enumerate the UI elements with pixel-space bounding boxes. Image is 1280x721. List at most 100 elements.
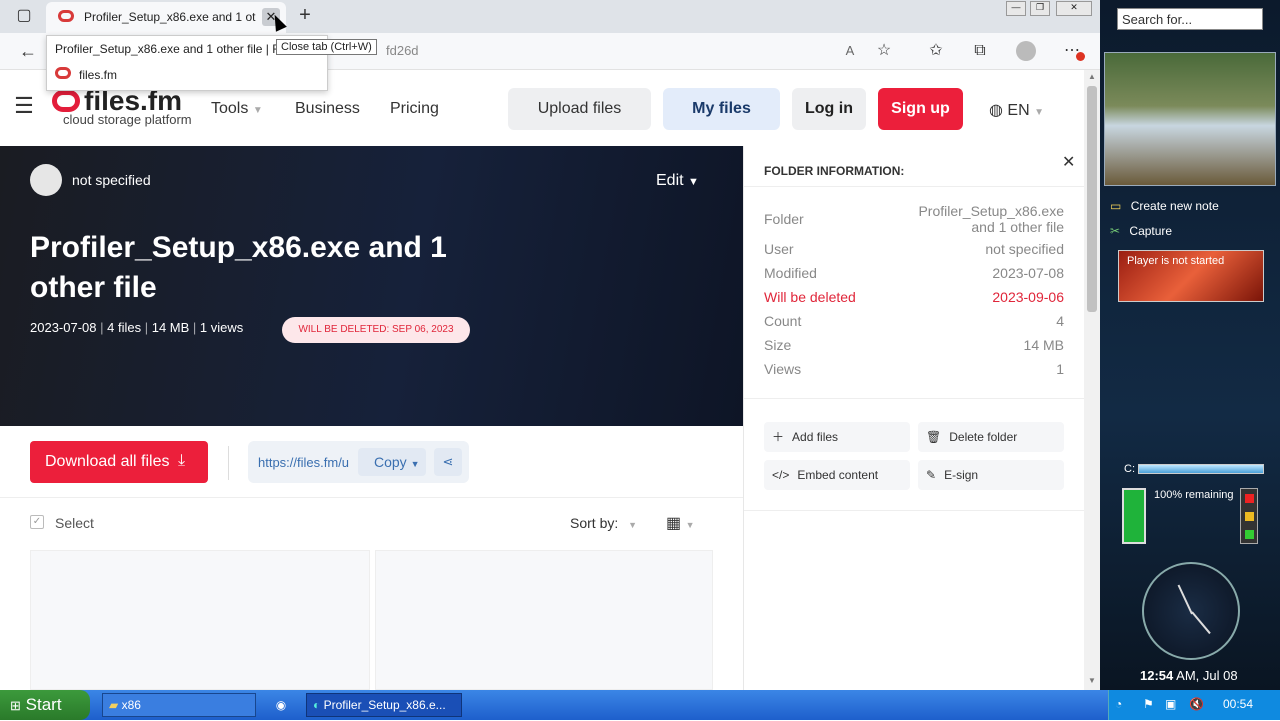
- collections-icon[interactable]: ⧉: [970, 41, 990, 61]
- divider: [228, 446, 229, 480]
- tab-active[interactable]: Profiler_Setup_x86.exe and 1 oth ✕: [46, 2, 286, 33]
- back-arrow-icon[interactable]: ←: [16, 41, 40, 61]
- read-aloud-icon[interactable]: A: [840, 41, 860, 61]
- flag-icon[interactable]: ⚑: [1143, 697, 1154, 711]
- esign-button[interactable]: ✎ E-sign: [918, 460, 1064, 490]
- tab-actions-icon[interactable]: ▢: [14, 6, 34, 26]
- taskbar-item-browser[interactable]: ◐ Profiler_Setup_x86.e...: [306, 693, 462, 717]
- favorites-icon[interactable]: ✩: [926, 41, 946, 61]
- meta-views: 1 views: [199, 320, 244, 335]
- nav-pricing[interactable]: Pricing: [390, 100, 439, 118]
- profile-icon[interactable]: [1016, 41, 1036, 61]
- restore-icon[interactable]: ❐: [1030, 1, 1050, 16]
- info-row-size: Size 14 MB: [764, 337, 1064, 353]
- info-value: 2023-09-06: [992, 289, 1064, 305]
- media-player-gadget[interactable]: Player is not started: [1118, 250, 1264, 302]
- globe-icon: ◍: [989, 102, 1003, 119]
- upload-files-button[interactable]: Upload files: [508, 88, 651, 130]
- notes-gadget[interactable]: ▭ Create new note: [1110, 199, 1219, 213]
- volume-muted-icon[interactable]: 🔇: [1189, 697, 1204, 711]
- signup-button[interactable]: Sign up: [878, 88, 963, 130]
- scroll-up-icon[interactable]: ▲: [1088, 72, 1096, 81]
- file-card[interactable]: [30, 550, 370, 690]
- scrollbar-thumb[interactable]: [1087, 86, 1097, 312]
- info-label: Will be deleted: [764, 289, 856, 305]
- grid-view-icon[interactable]: ▦ ▼: [666, 513, 694, 533]
- logo-icon[interactable]: [52, 90, 80, 112]
- my-files-button[interactable]: My files: [663, 88, 780, 130]
- sidebar-search-input[interactable]: Search for...: [1117, 8, 1263, 30]
- new-tab-button[interactable]: +: [294, 5, 316, 25]
- close-panel-icon[interactable]: ✕: [1062, 152, 1075, 172]
- nav-tools[interactable]: Tools ▼: [211, 100, 263, 118]
- meta-files: 4 files: [107, 320, 142, 335]
- panel-header: FOLDER INFORMATION:: [764, 164, 905, 178]
- folder-title: Profiler_Setup_x86.exe and 1 other file: [30, 231, 447, 304]
- network-icon[interactable]: ▣: [1165, 697, 1176, 711]
- meta-sep: |: [144, 320, 152, 335]
- info-row-count: Count 4: [764, 313, 1064, 329]
- sidebar-clock-text: 12:54 AM, Jul 08: [1140, 668, 1238, 683]
- info-value: 1: [1056, 361, 1064, 377]
- info-label: Folder: [764, 211, 804, 227]
- close-tab-tooltip: Close tab (Ctrl+W): [276, 39, 377, 55]
- tray-clock[interactable]: 00:54: [1223, 697, 1253, 711]
- download-label: Download all files: [45, 453, 170, 470]
- trash-icon: 🗑: [926, 430, 942, 444]
- add-favorite-icon[interactable]: ☆: [874, 41, 894, 61]
- start-button[interactable]: ⊞ Start: [0, 690, 90, 720]
- select-label[interactable]: Select: [55, 515, 94, 531]
- info-row-views: Views 1: [764, 361, 1064, 377]
- windows-logo-icon: ⊞: [10, 698, 21, 713]
- clock-hand: [1191, 611, 1211, 635]
- drive-label: C:: [1124, 463, 1135, 475]
- slideshow-image[interactable]: [1104, 52, 1276, 186]
- signature-icon: ✎: [926, 468, 937, 482]
- select-checkbox[interactable]: ✓: [30, 515, 44, 529]
- info-label: Count: [764, 313, 802, 329]
- copy-label: Copy: [374, 454, 407, 470]
- copy-button[interactable]: Copy ▼: [358, 448, 426, 476]
- capture-gadget[interactable]: ✂ Capture: [1110, 224, 1172, 238]
- close-window-icon[interactable]: ✕: [1056, 1, 1092, 16]
- quicklaunch-icon[interactable]: ◉: [266, 693, 296, 717]
- delete-folder-button[interactable]: 🗑 Delete folder: [918, 422, 1064, 452]
- share-icon[interactable]: ⋖: [434, 448, 462, 476]
- chevron-down-icon: ▼: [252, 105, 263, 116]
- add-files-button[interactable]: ＋ Add files: [764, 422, 910, 452]
- clock-date: AM, Jul 08: [1176, 668, 1238, 683]
- hover-card-title: Profiler_Setup_x86.exe and 1 other file …: [55, 42, 283, 56]
- minimize-icon[interactable]: —: [1006, 1, 1026, 16]
- sort-by-dropdown[interactable]: Sort by: ▼: [570, 515, 637, 531]
- info-value: 14 MB: [1023, 337, 1064, 353]
- system-tray: ◔ ⚑ ▣ 🔇 00:54: [1108, 690, 1280, 720]
- file-card[interactable]: [375, 550, 713, 690]
- page-scrollbar[interactable]: ▲ ▼: [1084, 70, 1100, 690]
- nav-business[interactable]: Business: [295, 100, 360, 118]
- tab-title: Profiler_Setup_x86.exe and 1 oth: [84, 10, 256, 24]
- edit-button[interactable]: Edit ▼: [656, 172, 699, 190]
- edge-icon: ◐: [313, 698, 321, 712]
- edit-label: Edit: [656, 172, 684, 189]
- hamburger-menu-icon[interactable]: ☰: [12, 95, 36, 117]
- traffic-light-icon: [1240, 488, 1258, 544]
- scroll-down-icon[interactable]: ▼: [1088, 676, 1096, 685]
- drive-usage-bar: [1138, 464, 1264, 474]
- deletion-badge: WILL BE DELETED: SEP 06, 2023: [282, 317, 470, 343]
- share-link-box: https://files.fm/u Copy ▼ ⋖: [248, 441, 469, 483]
- share-link-text[interactable]: https://files.fm/u: [258, 455, 356, 470]
- language-selector[interactable]: ◍ EN ▼: [989, 100, 1044, 120]
- desktop-sidebar: Search for... ▭ Create new note ✂ Captur…: [1100, 0, 1280, 690]
- download-all-button[interactable]: Download all files ⤓: [30, 441, 208, 483]
- taskbar-item-folder[interactable]: ▰ x86: [102, 693, 256, 717]
- esign-label: E-sign: [944, 468, 979, 482]
- plus-icon: ＋: [772, 430, 785, 444]
- logo-subtitle: cloud storage platform: [63, 112, 192, 127]
- embed-content-button[interactable]: </> Embed content: [764, 460, 910, 490]
- meta-size: 14 MB: [151, 320, 190, 335]
- tab-bar: ▢ Profiler_Setup_x86.exe and 1 oth ✕ + —…: [0, 0, 1100, 33]
- address-bar[interactable]: fd26d: [386, 43, 419, 58]
- login-button[interactable]: Log in: [792, 88, 866, 130]
- scissors-icon: ✂: [1110, 224, 1121, 238]
- tray-icon[interactable]: ◔: [1115, 697, 1122, 711]
